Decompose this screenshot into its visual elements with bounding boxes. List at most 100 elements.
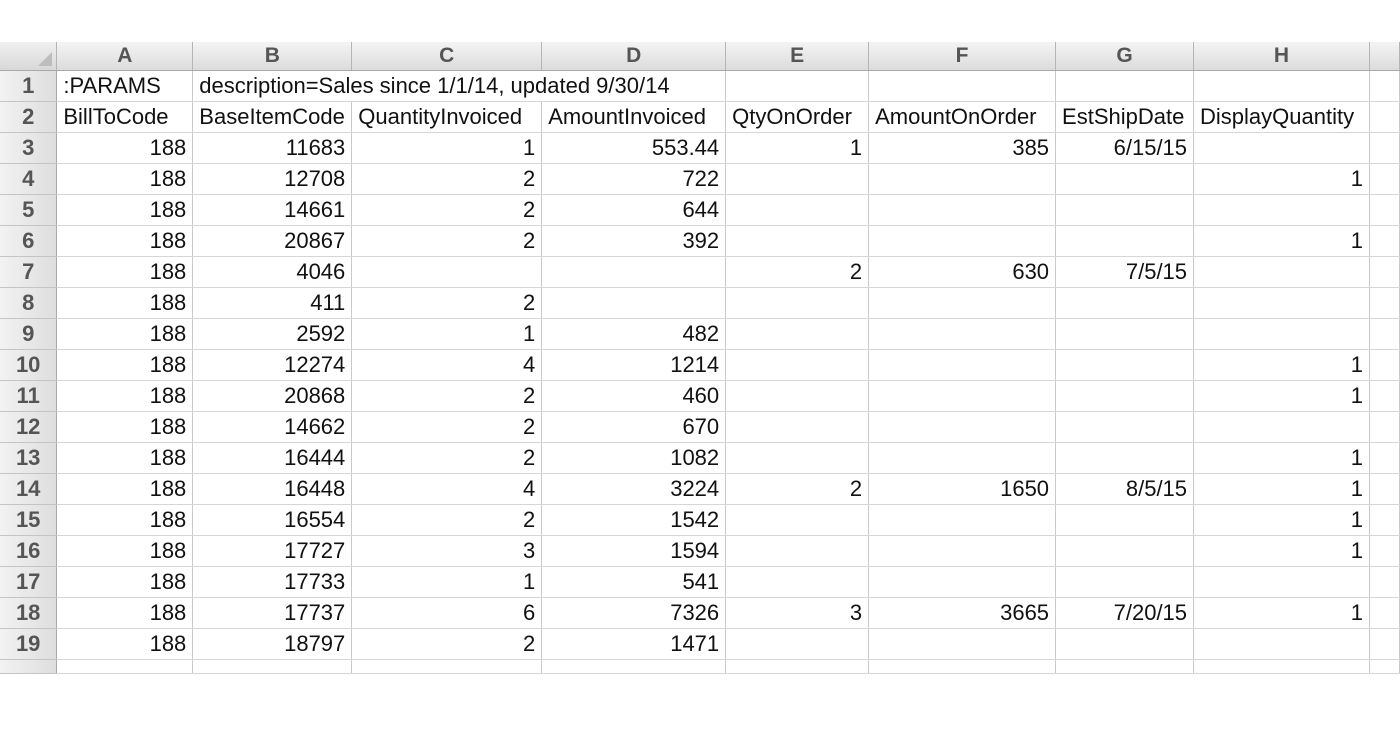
- cell-d7[interactable]: [541, 256, 727, 288]
- cell-e8[interactable]: [725, 287, 870, 319]
- cell-h3[interactable]: [1193, 132, 1370, 164]
- cell-f14[interactable]: 1650: [868, 473, 1057, 505]
- cell-overflow[interactable]: [1369, 349, 1400, 381]
- cell-d8[interactable]: [541, 287, 727, 319]
- cell-c13[interactable]: 2: [351, 442, 543, 474]
- cell-a9[interactable]: 188: [56, 318, 194, 350]
- cell-partial[interactable]: [541, 659, 727, 674]
- row-header[interactable]: 16: [0, 535, 58, 567]
- row-header[interactable]: 1: [0, 70, 58, 102]
- cell-f7[interactable]: 630: [868, 256, 1057, 288]
- cell-c5[interactable]: 2: [351, 194, 543, 226]
- cell-c7[interactable]: [351, 256, 543, 288]
- cell-overflow[interactable]: [1369, 101, 1400, 133]
- cell-g5[interactable]: [1055, 194, 1195, 226]
- cell-d10[interactable]: 1214: [541, 349, 727, 381]
- row-header[interactable]: 17: [0, 566, 58, 598]
- row-header[interactable]: 4: [0, 163, 58, 195]
- cell-d9[interactable]: 482: [541, 318, 727, 350]
- column-header-g[interactable]: G: [1055, 42, 1195, 71]
- cell-f11[interactable]: [868, 380, 1057, 412]
- cell-overflow[interactable]: [1369, 287, 1400, 319]
- cell-e19[interactable]: [725, 628, 870, 660]
- cell-c11[interactable]: 2: [351, 380, 543, 412]
- row-header[interactable]: 2: [0, 101, 58, 133]
- cell-g1[interactable]: [1055, 70, 1195, 102]
- cell-f6[interactable]: [868, 225, 1057, 257]
- cell-partial[interactable]: [192, 659, 353, 674]
- column-header-d[interactable]: D: [541, 42, 727, 71]
- row-header[interactable]: 12: [0, 411, 58, 443]
- cell-g8[interactable]: [1055, 287, 1195, 319]
- cell-partial[interactable]: [1055, 659, 1195, 674]
- cell-a10[interactable]: 188: [56, 349, 194, 381]
- cell-c9[interactable]: 1: [351, 318, 543, 350]
- cell-d18[interactable]: 7326: [541, 597, 727, 629]
- cell-partial[interactable]: [1193, 659, 1370, 674]
- cell-g3[interactable]: 6/15/15: [1055, 132, 1195, 164]
- cell-b6[interactable]: 20867: [192, 225, 353, 257]
- cell-h9[interactable]: [1193, 318, 1370, 350]
- row-header[interactable]: 14: [0, 473, 58, 505]
- cell-g14[interactable]: 8/5/15: [1055, 473, 1195, 505]
- cell-g18[interactable]: 7/20/15: [1055, 597, 1195, 629]
- cell-d12[interactable]: 670: [541, 411, 727, 443]
- row-header[interactable]: 9: [0, 318, 58, 350]
- cell-c10[interactable]: 4: [351, 349, 543, 381]
- cell-c19[interactable]: 2: [351, 628, 543, 660]
- cell-overflow[interactable]: [1369, 318, 1400, 350]
- cell-b8[interactable]: 411: [192, 287, 353, 319]
- cell-b18[interactable]: 17737: [192, 597, 353, 629]
- cell-b7[interactable]: 4046: [192, 256, 353, 288]
- cell-partial[interactable]: [351, 659, 543, 674]
- column-header-a[interactable]: A: [56, 42, 194, 71]
- cell-partial[interactable]: [56, 659, 194, 674]
- cell-overflow[interactable]: [1369, 132, 1400, 164]
- cell-g2[interactable]: EstShipDate: [1055, 101, 1195, 133]
- column-header-h[interactable]: H: [1193, 42, 1370, 71]
- cell-e1[interactable]: [725, 70, 870, 102]
- row-header[interactable]: [0, 659, 58, 674]
- cell-b16[interactable]: 17727: [192, 535, 353, 567]
- cell-d15[interactable]: 1542: [541, 504, 727, 536]
- row-header[interactable]: 6: [0, 225, 58, 257]
- cell-a14[interactable]: 188: [56, 473, 194, 505]
- cell-a19[interactable]: 188: [56, 628, 194, 660]
- cell-g4[interactable]: [1055, 163, 1195, 195]
- cell-e11[interactable]: [725, 380, 870, 412]
- cell-f12[interactable]: [868, 411, 1057, 443]
- cell-b17[interactable]: 17733: [192, 566, 353, 598]
- cell-f8[interactable]: [868, 287, 1057, 319]
- cell-f10[interactable]: [868, 349, 1057, 381]
- column-header-e[interactable]: E: [725, 42, 870, 71]
- cell-c4[interactable]: 2: [351, 163, 543, 195]
- cell-e16[interactable]: [725, 535, 870, 567]
- cell-a17[interactable]: 188: [56, 566, 194, 598]
- cell-f15[interactable]: [868, 504, 1057, 536]
- cell-g15[interactable]: [1055, 504, 1195, 536]
- column-header-f[interactable]: F: [868, 42, 1057, 71]
- cell-f1[interactable]: [868, 70, 1057, 102]
- cell-g16[interactable]: [1055, 535, 1195, 567]
- cell-overflow[interactable]: [1369, 70, 1400, 102]
- row-header[interactable]: 11: [0, 380, 58, 412]
- cell-c3[interactable]: 1: [351, 132, 543, 164]
- cell-h8[interactable]: [1193, 287, 1370, 319]
- cell-d4[interactable]: 722: [541, 163, 727, 195]
- row-header[interactable]: 5: [0, 194, 58, 226]
- row-header[interactable]: 10: [0, 349, 58, 381]
- column-header-c[interactable]: C: [351, 42, 543, 71]
- cell-e3[interactable]: 1: [725, 132, 870, 164]
- cell-f16[interactable]: [868, 535, 1057, 567]
- cell-b14[interactable]: 16448: [192, 473, 353, 505]
- cell-g12[interactable]: [1055, 411, 1195, 443]
- column-header-next[interactable]: [1369, 42, 1400, 71]
- cell-b19[interactable]: 18797: [192, 628, 353, 660]
- cell-c12[interactable]: 2: [351, 411, 543, 443]
- cell-overflow[interactable]: [1369, 225, 1400, 257]
- cell-e6[interactable]: [725, 225, 870, 257]
- cell-a11[interactable]: 188: [56, 380, 194, 412]
- cell-c2[interactable]: QuantityInvoiced: [351, 101, 543, 133]
- cell-c18[interactable]: 6: [351, 597, 543, 629]
- cell-e7[interactable]: 2: [725, 256, 870, 288]
